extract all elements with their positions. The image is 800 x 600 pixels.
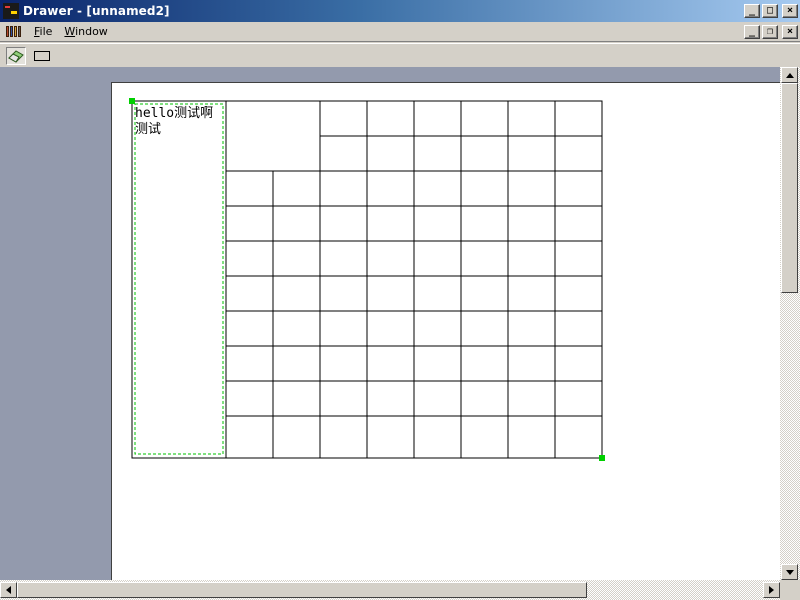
rectangle-icon	[34, 50, 50, 61]
scrollbar-corner	[780, 580, 800, 600]
menu-window[interactable]: Window	[58, 25, 113, 38]
menu-bar: File Window	[0, 22, 800, 42]
toolbar	[0, 43, 800, 67]
canvas-text-line-2[interactable]: 测试	[135, 122, 161, 137]
window-title: Drawer - [unnamed2]	[23, 4, 170, 18]
canvas-text-line-1[interactable]: hello测试啊	[135, 106, 213, 121]
text-box-selection[interactable]	[134, 103, 224, 455]
close-button[interactable]: ×	[782, 4, 798, 18]
drawing-sheet[interactable]: hello测试啊 测试	[111, 82, 780, 580]
scroll-down-button[interactable]	[781, 564, 798, 580]
arrow-up-icon	[785, 72, 794, 78]
arrow-left-icon	[6, 586, 11, 594]
document-system-icon[interactable]	[6, 25, 22, 39]
vertical-scroll-thumb[interactable]	[781, 83, 798, 293]
mdi-minimize-button[interactable]: _	[744, 25, 760, 39]
drawing-canvas[interactable]: hello测试啊 测试	[112, 83, 780, 580]
mdi-restore-button[interactable]: ❐	[762, 25, 778, 39]
selection-handle-top-left[interactable]	[129, 98, 135, 104]
selection-handle-bottom-right[interactable]	[599, 455, 605, 461]
scroll-left-button[interactable]	[0, 582, 17, 598]
mdi-close-button[interactable]: ×	[782, 25, 798, 39]
maximize-button[interactable]: □	[762, 4, 778, 18]
title-bar[interactable]: Drawer - [unnamed2] _ □ ×	[0, 0, 800, 22]
arrow-right-icon	[769, 586, 774, 594]
app-icon[interactable]	[3, 3, 19, 19]
eraser-icon	[8, 49, 24, 63]
eraser-tool-button[interactable]	[6, 46, 26, 65]
menu-file[interactable]: File	[28, 25, 58, 38]
minimize-button[interactable]: _	[744, 4, 760, 18]
horizontal-scrollbar[interactable]	[0, 580, 780, 600]
arrow-down-icon	[785, 569, 794, 575]
vertical-scrollbar[interactable]	[780, 67, 800, 580]
horizontal-scroll-thumb[interactable]	[17, 582, 587, 598]
scroll-right-button[interactable]	[763, 582, 780, 598]
mdi-client-area: hello测试啊 测试	[0, 67, 780, 580]
rectangle-tool-button[interactable]	[32, 47, 52, 65]
scroll-up-button[interactable]	[781, 67, 798, 83]
table-grid	[226, 101, 602, 458]
